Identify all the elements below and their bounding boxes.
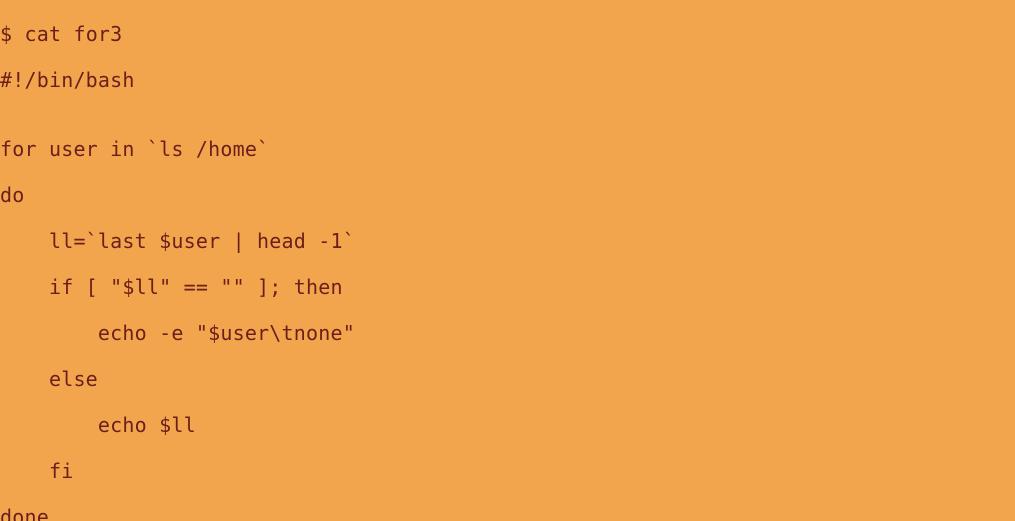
script-line: for user in `ls /home`	[0, 138, 1015, 161]
script-line: echo -e "$user\tnone"	[0, 322, 1015, 345]
script-line: ll=`last $user | head -1`	[0, 230, 1015, 253]
prompt-line-1: $ cat for3	[0, 23, 1015, 46]
script-line: fi	[0, 460, 1015, 483]
script-line: else	[0, 368, 1015, 391]
command-text: cat for3	[24, 22, 122, 46]
prompt-symbol: $	[0, 22, 24, 46]
script-line: if [ "$ll" == "" ]; then	[0, 276, 1015, 299]
script-line: done	[0, 506, 1015, 521]
script-line: echo $ll	[0, 414, 1015, 437]
terminal[interactable]: $ cat for3 #!/bin/bash for user in `ls /…	[0, 0, 1015, 521]
script-line: do	[0, 184, 1015, 207]
script-line: #!/bin/bash	[0, 69, 1015, 92]
